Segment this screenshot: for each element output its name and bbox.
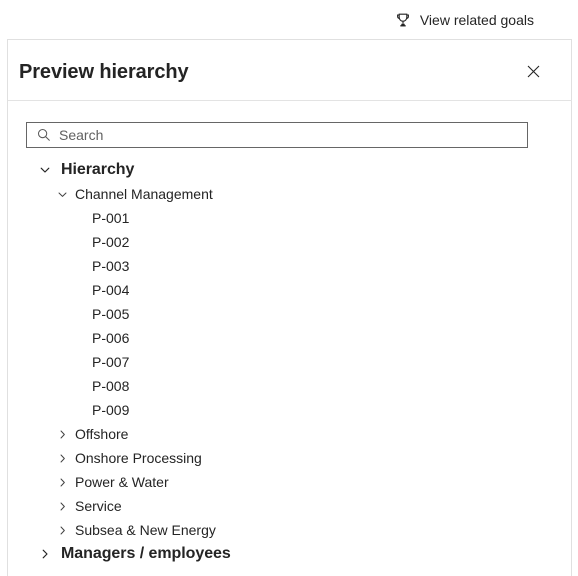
- chevron-placeholder-icon: [71, 258, 87, 274]
- tree-node-p-006[interactable]: P-006: [8, 326, 572, 350]
- tree-node-managers-employees[interactable]: Managers / employees: [8, 542, 572, 566]
- chevron-right-icon[interactable]: [37, 546, 53, 562]
- chevron-placeholder-icon: [71, 282, 87, 298]
- close-button[interactable]: [519, 57, 547, 85]
- chevron-placeholder-icon: [71, 330, 87, 346]
- chevron-placeholder-icon: [71, 378, 87, 394]
- tree-node-label: P-006: [92, 330, 130, 346]
- search-icon: [36, 127, 52, 143]
- tree-node-label: Service: [75, 498, 122, 514]
- tree-node-p-009[interactable]: P-009: [8, 398, 572, 422]
- chevron-placeholder-icon: [71, 354, 87, 370]
- tree-node-p-005[interactable]: P-005: [8, 302, 572, 326]
- tree-node-label: Subsea & New Energy: [75, 522, 216, 538]
- tree-node-label: P-009: [92, 402, 130, 418]
- tree-node-label: P-003: [92, 258, 130, 274]
- view-related-goals-label: View related goals: [419, 11, 534, 28]
- panel-header: Preview hierarchy: [8, 40, 572, 101]
- chevron-down-icon[interactable]: [37, 162, 53, 178]
- tree-node-label: Offshore: [75, 426, 129, 442]
- chevron-right-icon[interactable]: [54, 498, 70, 514]
- chevron-right-icon[interactable]: [54, 522, 70, 538]
- tree-node-label: Channel Management: [75, 186, 213, 202]
- tree-node-onshore-processing[interactable]: Onshore Processing: [8, 446, 572, 470]
- tree-node-offshore[interactable]: Offshore: [8, 422, 572, 446]
- tree-node-p-003[interactable]: P-003: [8, 254, 572, 278]
- chevron-right-icon[interactable]: [54, 426, 70, 442]
- tree-node-power-and-water[interactable]: Power & Water: [8, 470, 572, 494]
- tree-node-service[interactable]: Service: [8, 494, 572, 518]
- chevron-down-icon[interactable]: [54, 186, 70, 202]
- tree-node-label: P-005: [92, 306, 130, 322]
- tree-node-label: Hierarchy: [61, 161, 135, 178]
- tree-node-label: P-004: [92, 282, 130, 298]
- tree-node-label: Power & Water: [75, 474, 169, 490]
- chevron-placeholder-icon: [71, 402, 87, 418]
- chevron-right-icon[interactable]: [54, 450, 70, 466]
- search-field[interactable]: [26, 122, 528, 148]
- tree-node-p-004[interactable]: P-004: [8, 278, 572, 302]
- tree-node-subsea-and-new-energy[interactable]: Subsea & New Energy: [8, 518, 572, 542]
- tree-node-channel-management[interactable]: Channel Management: [8, 182, 572, 206]
- tree-node-label: P-007: [92, 354, 130, 370]
- tree-node-label: Onshore Processing: [75, 450, 202, 466]
- chevron-placeholder-icon: [71, 210, 87, 226]
- chevron-placeholder-icon: [71, 234, 87, 250]
- tree-node-label: P-002: [92, 234, 130, 250]
- tree-node-hierarchy[interactable]: Hierarchy: [8, 158, 572, 182]
- tree-node-p-001[interactable]: P-001: [8, 206, 572, 230]
- preview-hierarchy-panel: Preview hierarchy Hie: [7, 39, 572, 576]
- search-input[interactable]: [59, 124, 527, 146]
- tree-node-label: Managers / employees: [61, 545, 231, 562]
- tree-node-p-002[interactable]: P-002: [8, 230, 572, 254]
- tree-node-label: P-008: [92, 378, 130, 394]
- chevron-right-icon[interactable]: [54, 474, 70, 490]
- header-divider: [8, 100, 572, 101]
- tree-node-p-008[interactable]: P-008: [8, 374, 572, 398]
- view-related-goals-button[interactable]: View related goals: [395, 0, 534, 39]
- page-title: Preview hierarchy: [19, 61, 189, 83]
- chevron-placeholder-icon: [71, 306, 87, 322]
- tree-node-label: P-001: [92, 210, 130, 226]
- tree-node-p-007[interactable]: P-007: [8, 350, 572, 374]
- hierarchy-tree: Hierarchy Channel Management P-001 P-002: [8, 158, 572, 566]
- top-command-bar: View related goals: [0, 0, 578, 39]
- trophy-icon: [395, 12, 411, 28]
- close-icon: [527, 65, 540, 78]
